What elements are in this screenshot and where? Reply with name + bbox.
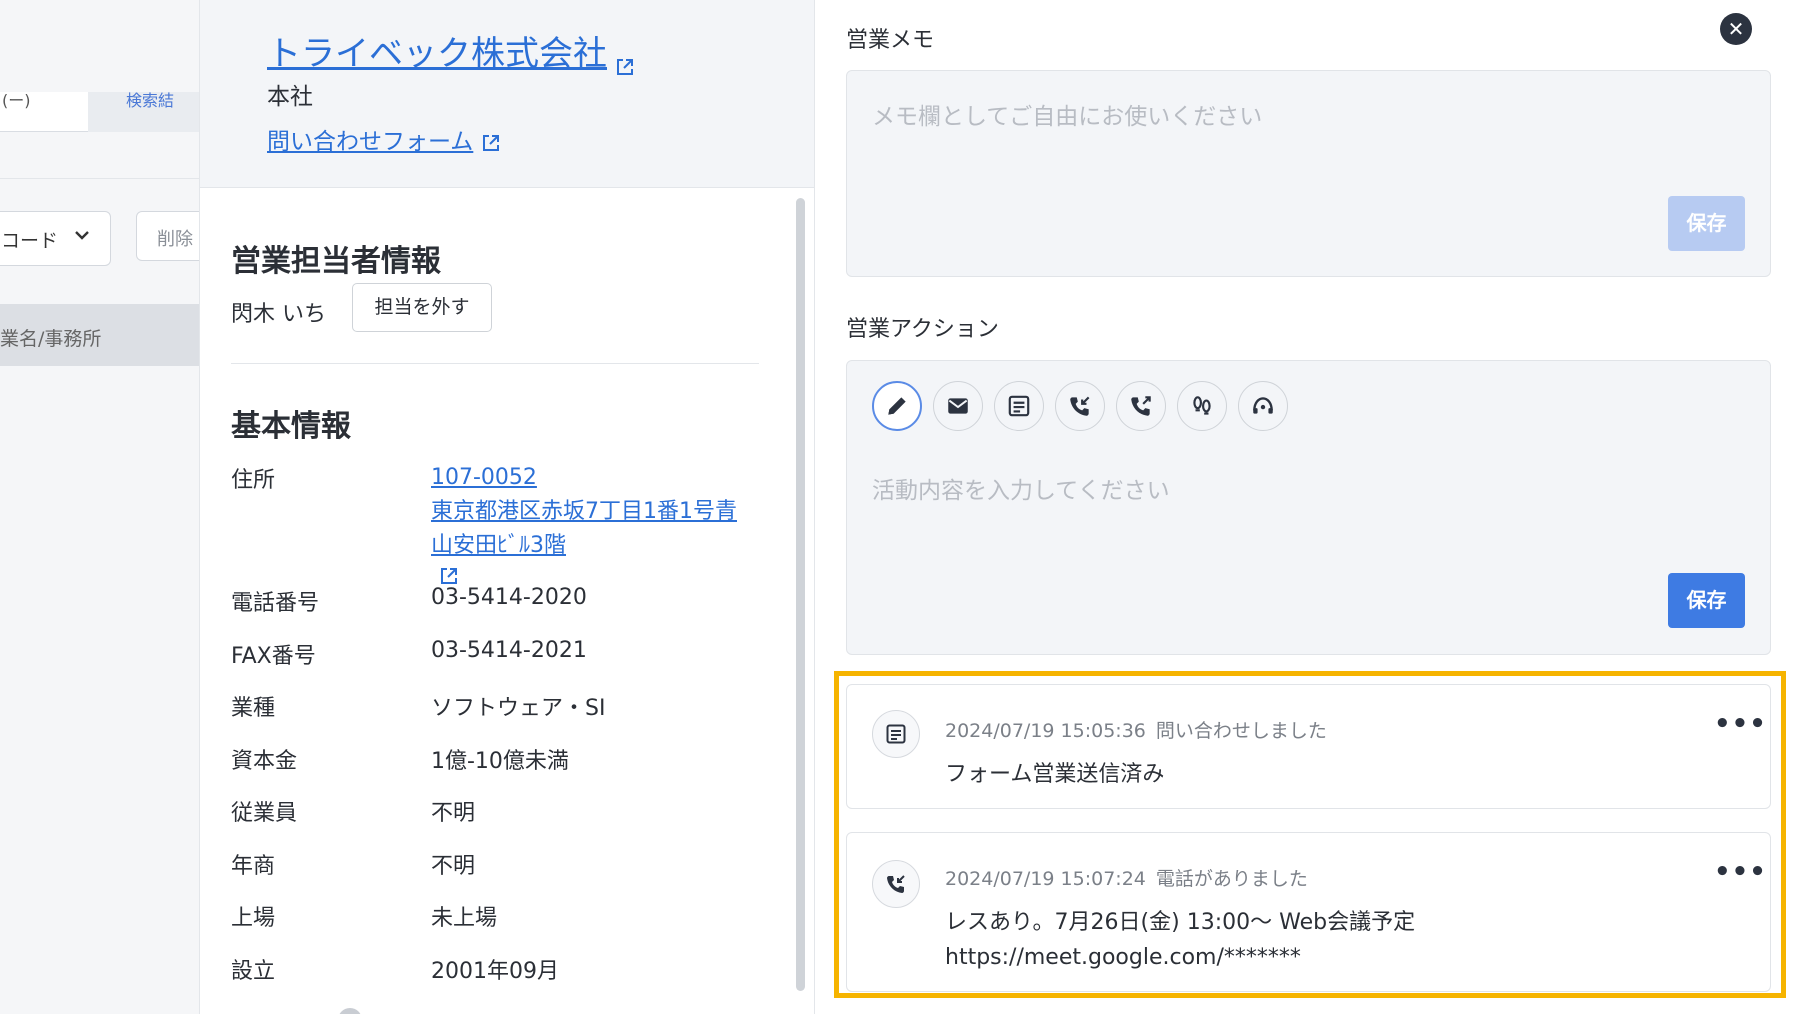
divider — [0, 178, 200, 179]
table-column-header: 業名/事務所 — [0, 304, 200, 366]
background-tab-search-results[interactable]: 検索結 — [88, 92, 200, 132]
sort-select-value: コード — [1, 230, 59, 252]
phone-value: 03-5414-2020 — [431, 585, 587, 610]
info-label: FAX番号 — [231, 644, 316, 669]
outgoing-call-icon[interactable] — [1116, 381, 1166, 431]
activity-card: 2024/07/19 15:05:36 問い合わせしました フォーム営業送信済み … — [846, 684, 1771, 809]
listing-value: 未上場 — [431, 906, 498, 931]
info-label: 設立 — [231, 959, 276, 984]
info-label: 従業員 — [231, 801, 298, 826]
background-tab[interactable]: (ー) — [0, 92, 88, 132]
activity-timestamp: 2024/07/19 15:05:36 — [945, 720, 1146, 742]
founded-value: 2001年09月 — [431, 959, 559, 984]
delete-button[interactable]: 削除 — [136, 211, 200, 261]
info-label: 年商 — [231, 854, 276, 879]
divider — [231, 363, 759, 364]
incoming-call-icon — [872, 860, 920, 908]
activity-timestamp: 2024/07/19 15:07:24 — [945, 868, 1146, 890]
pencil-icon[interactable] — [872, 381, 922, 431]
partial-icon — [338, 1008, 362, 1014]
incoming-call-icon[interactable] — [1055, 381, 1105, 431]
memo-title: 営業メモ — [846, 28, 935, 53]
address-line: 山安田ﾋﾞﾙ3階 — [431, 533, 566, 558]
action-placeholder: 活動内容を入力してください — [872, 478, 1170, 504]
capital-value: 1億-10億未満 — [431, 749, 569, 774]
revenue-value: 不明 — [431, 854, 476, 879]
info-label: 業種 — [231, 696, 276, 721]
industry-value: ソフトウェア・SI — [431, 696, 606, 721]
postal-code: 107-0052 — [431, 465, 537, 490]
action-input-area[interactable]: 活動内容を入力してください 保存 — [846, 360, 1771, 655]
more-options-icon[interactable]: ••• — [1714, 709, 1767, 739]
info-label: 電話番号 — [231, 591, 320, 616]
address-label: 住所 — [231, 468, 276, 493]
contact-form-label: 問い合わせフォーム — [267, 129, 474, 155]
memo-textarea[interactable]: メモ欄としてご自由にお使いください 保存 — [846, 70, 1771, 277]
sort-select[interactable]: コード — [0, 211, 111, 266]
remove-assignment-button[interactable]: 担当を外す — [352, 283, 492, 332]
scrollbar[interactable] — [796, 198, 805, 991]
form-icon — [872, 710, 920, 758]
address-link[interactable]: 107-0052 東京都港区赤坂7丁目1番1号青 山安田ﾋﾞﾙ3階 — [431, 461, 761, 584]
mail-icon[interactable] — [933, 381, 983, 431]
activity-meta: 2024/07/19 15:07:24 電話がありました — [945, 864, 1308, 891]
chevron-down-icon — [72, 225, 92, 250]
employees-value: 不明 — [431, 801, 476, 826]
activity-meta: 2024/07/19 15:05:36 問い合わせしました — [945, 716, 1327, 743]
form-icon[interactable] — [994, 381, 1044, 431]
company-name-link[interactable]: トライベック株式会社 — [267, 26, 635, 75]
activity-text: レスあり。7月26日(金) 13:00〜 Web会議予定 — [945, 910, 1416, 935]
sales-panel: ✕ 営業メモ メモ欄としてご自由にお使いください 保存 営業アクション 活動内容… — [816, 0, 1800, 1014]
info-label: 上場 — [231, 906, 276, 931]
basic-info-section-title: 基本情報 — [231, 409, 351, 444]
activity-type: 問い合わせしました — [1155, 720, 1327, 742]
more-options-icon[interactable]: ••• — [1714, 857, 1767, 887]
action-title: 営業アクション — [846, 317, 999, 342]
company-header: トライベック株式会社 本社 問い合わせフォーム — [200, 0, 814, 188]
contact-form-link[interactable]: 問い合わせフォーム — [267, 122, 501, 156]
activity-card: 2024/07/19 15:07:24 電話がありました レスあり。7月26日(金… — [846, 832, 1771, 992]
sales-rep-section-title: 営業担当者情報 — [231, 244, 441, 279]
activity-body: レスあり。7月26日(金) 13:00〜 Web会議予定 https://mee… — [945, 905, 1415, 975]
external-link-icon — [615, 46, 635, 75]
info-label: 資本金 — [231, 749, 298, 774]
memo-placeholder: メモ欄としてご自由にお使いください — [872, 104, 1263, 130]
activity-link[interactable]: https://meet.google.com/******* — [945, 940, 1415, 975]
activity-type: 電話がありました — [1155, 868, 1308, 890]
memo-save-button[interactable]: 保存 — [1668, 196, 1745, 251]
activity-text: フォーム営業送信済み — [945, 762, 1165, 787]
close-button[interactable]: ✕ — [1720, 13, 1752, 45]
background-list-page: (ー) 検索結 コード 削除 業名/事務所 — [0, 0, 200, 1014]
external-link-icon — [481, 133, 501, 153]
sales-rep-name: 閃木 いち — [231, 302, 326, 327]
background-tabs: (ー) 検索結 — [0, 92, 200, 132]
branch-label: 本社 — [267, 84, 313, 110]
visit-icon[interactable] — [1177, 381, 1227, 431]
company-detail-panel: トライベック株式会社 本社 問い合わせフォーム 営業担当者情報 閃木 いち 担当… — [199, 0, 815, 1014]
action-save-button[interactable]: 保存 — [1668, 573, 1745, 628]
external-link-icon — [439, 563, 459, 584]
support-icon[interactable] — [1238, 381, 1288, 431]
activity-body: フォーム営業送信済み — [945, 757, 1164, 792]
company-name: トライベック株式会社 — [267, 34, 607, 74]
fax-value: 03-5414-2021 — [431, 638, 587, 663]
address-line: 東京都港区赤坂7丁目1番1号青 — [431, 499, 737, 524]
